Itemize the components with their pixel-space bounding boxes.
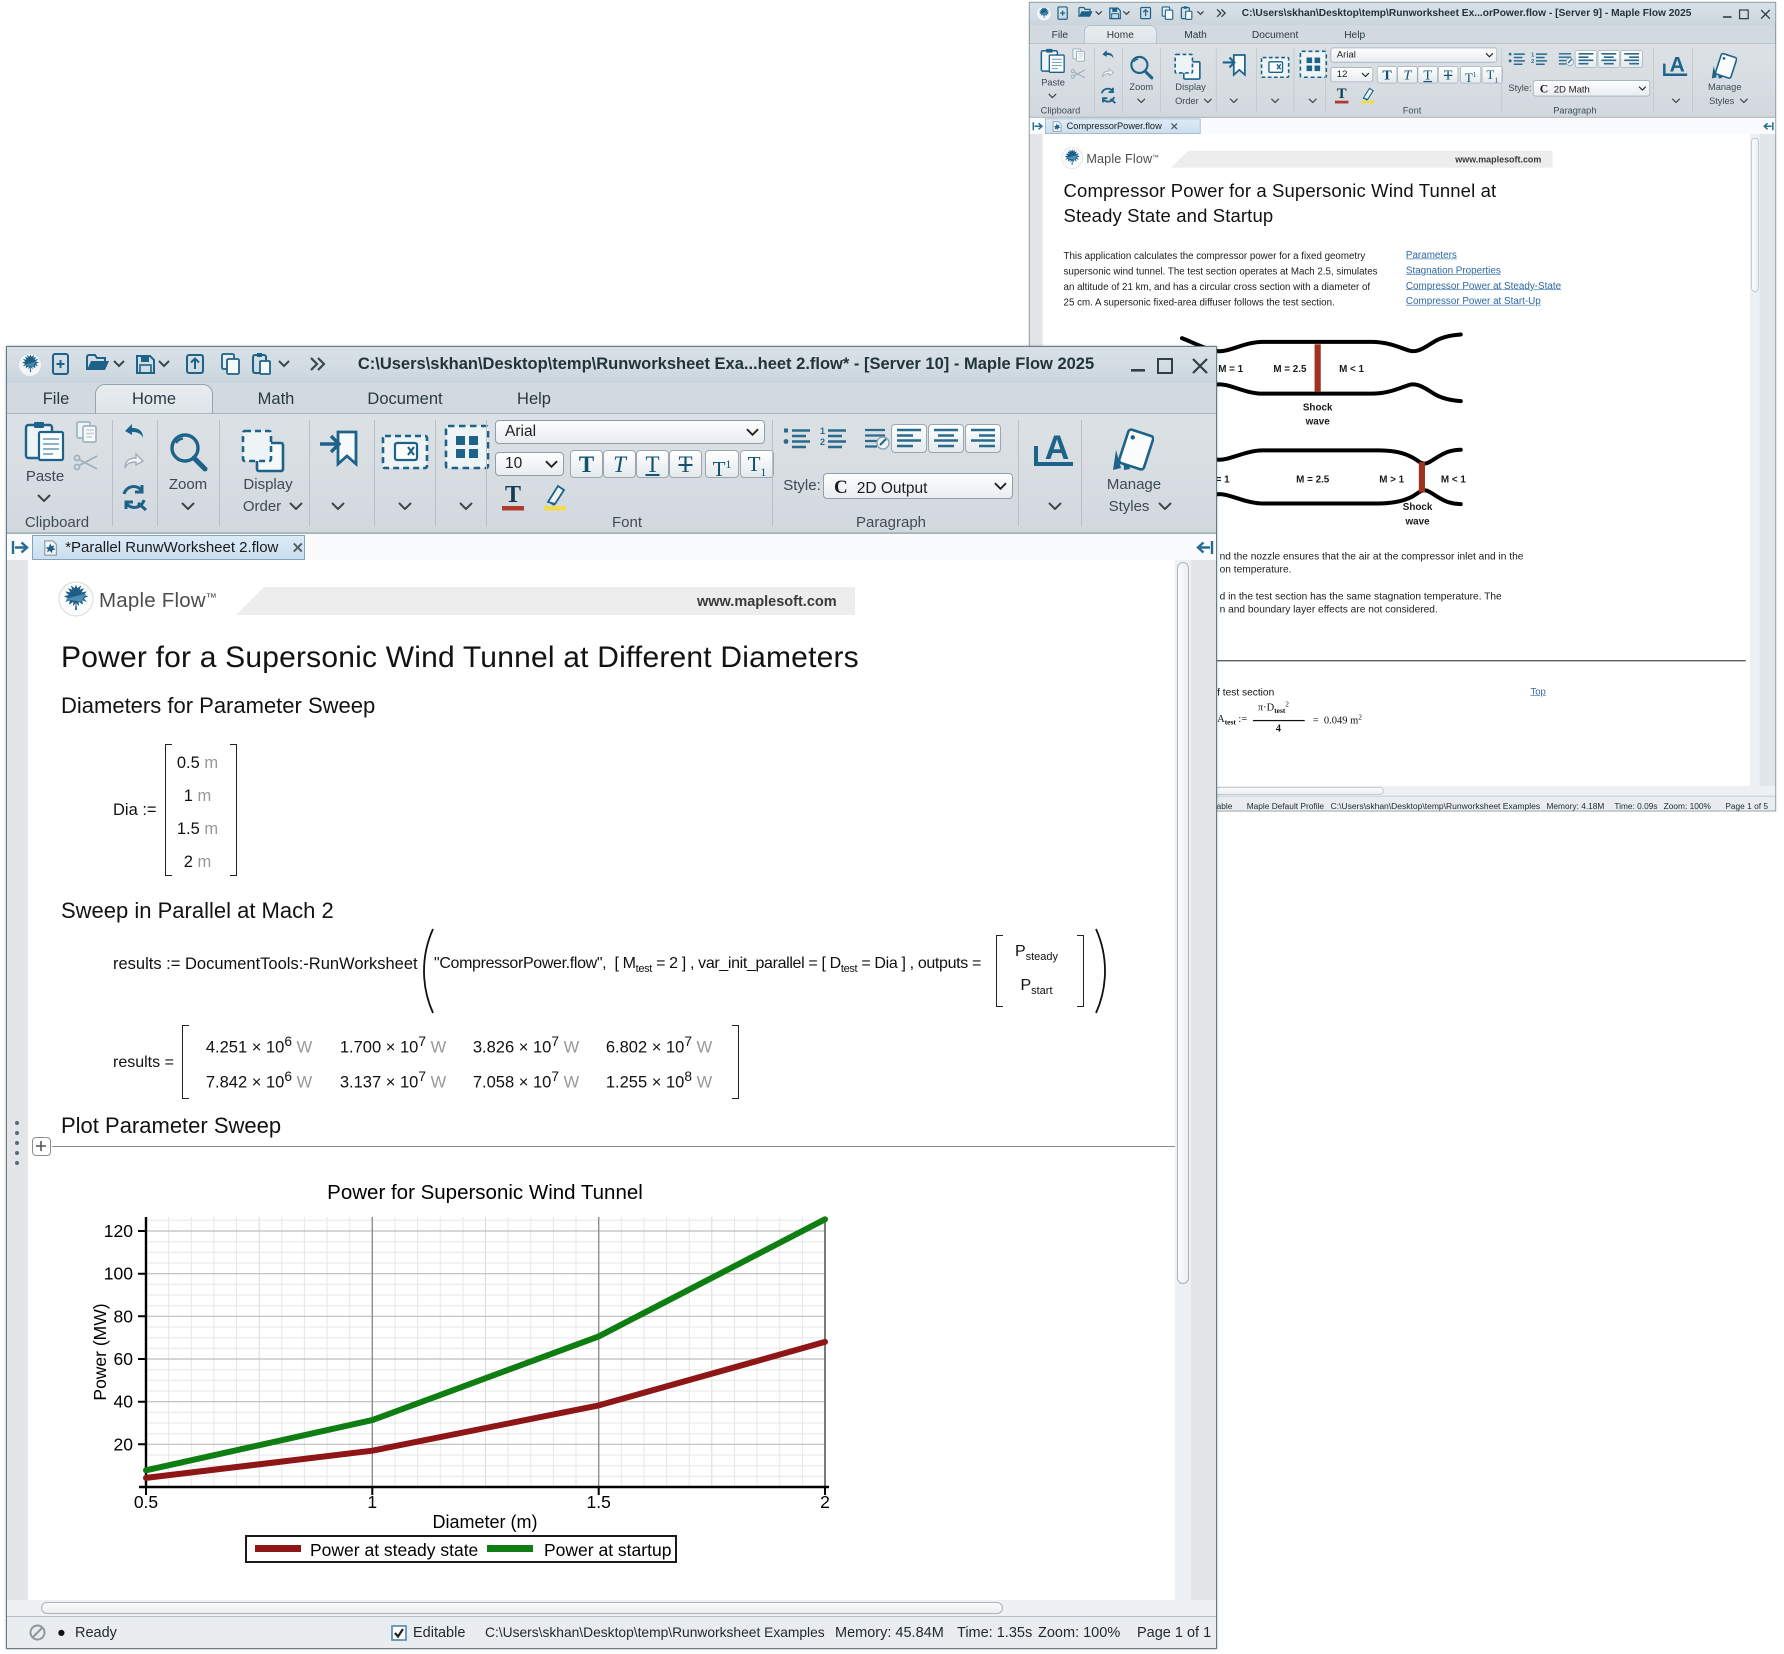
svg-text:1: 1 <box>1531 52 1534 58</box>
svg-text:1: 1 <box>820 426 825 436</box>
svg-text:Shock: Shock <box>1403 502 1433 513</box>
svg-text:60: 60 <box>114 1349 134 1369</box>
svg-text:M = 2.5: M = 2.5 <box>1273 364 1307 375</box>
svg-text:A: A <box>1045 432 1070 467</box>
svg-text:2: 2 <box>820 437 825 447</box>
svg-text:A: A <box>1670 55 1685 77</box>
svg-text:M = 1: M = 1 <box>1218 364 1243 375</box>
svg-text:Diameter (m): Diameter (m) <box>432 1512 537 1532</box>
svg-text:2: 2 <box>820 1492 830 1512</box>
svg-text:= 1: = 1 <box>1216 474 1230 485</box>
svg-text:Power (MW): Power (MW) <box>90 1303 110 1400</box>
svg-text:100: 100 <box>104 1264 133 1284</box>
svg-text:M = 2.5: M = 2.5 <box>1296 474 1330 485</box>
svg-text:1: 1 <box>367 1492 377 1512</box>
svg-text:1.5: 1.5 <box>587 1492 611 1512</box>
svg-text:80: 80 <box>114 1306 134 1326</box>
svg-text:M < 1: M < 1 <box>1339 364 1364 375</box>
svg-text:2: 2 <box>1531 59 1534 65</box>
svg-text:M < 1: M < 1 <box>1441 474 1466 485</box>
svg-text:Power at steady state: Power at steady state <box>310 1540 478 1560</box>
svg-text:wave: wave <box>1405 516 1431 527</box>
svg-text:120: 120 <box>104 1221 133 1241</box>
svg-text:T: T <box>505 482 521 508</box>
svg-text:T: T <box>1337 86 1347 102</box>
svg-text:wave: wave <box>1305 417 1331 428</box>
svg-text:M > 1: M > 1 <box>1379 474 1404 485</box>
svg-text:40: 40 <box>114 1392 134 1412</box>
svg-text:Power at startup: Power at startup <box>544 1540 671 1560</box>
svg-text:Power for Supersonic Wind Tunn: Power for Supersonic Wind Tunnel <box>327 1181 643 1204</box>
svg-text:0.5: 0.5 <box>134 1492 158 1512</box>
svg-text:Shock: Shock <box>1303 402 1333 413</box>
svg-text:20: 20 <box>114 1434 134 1454</box>
